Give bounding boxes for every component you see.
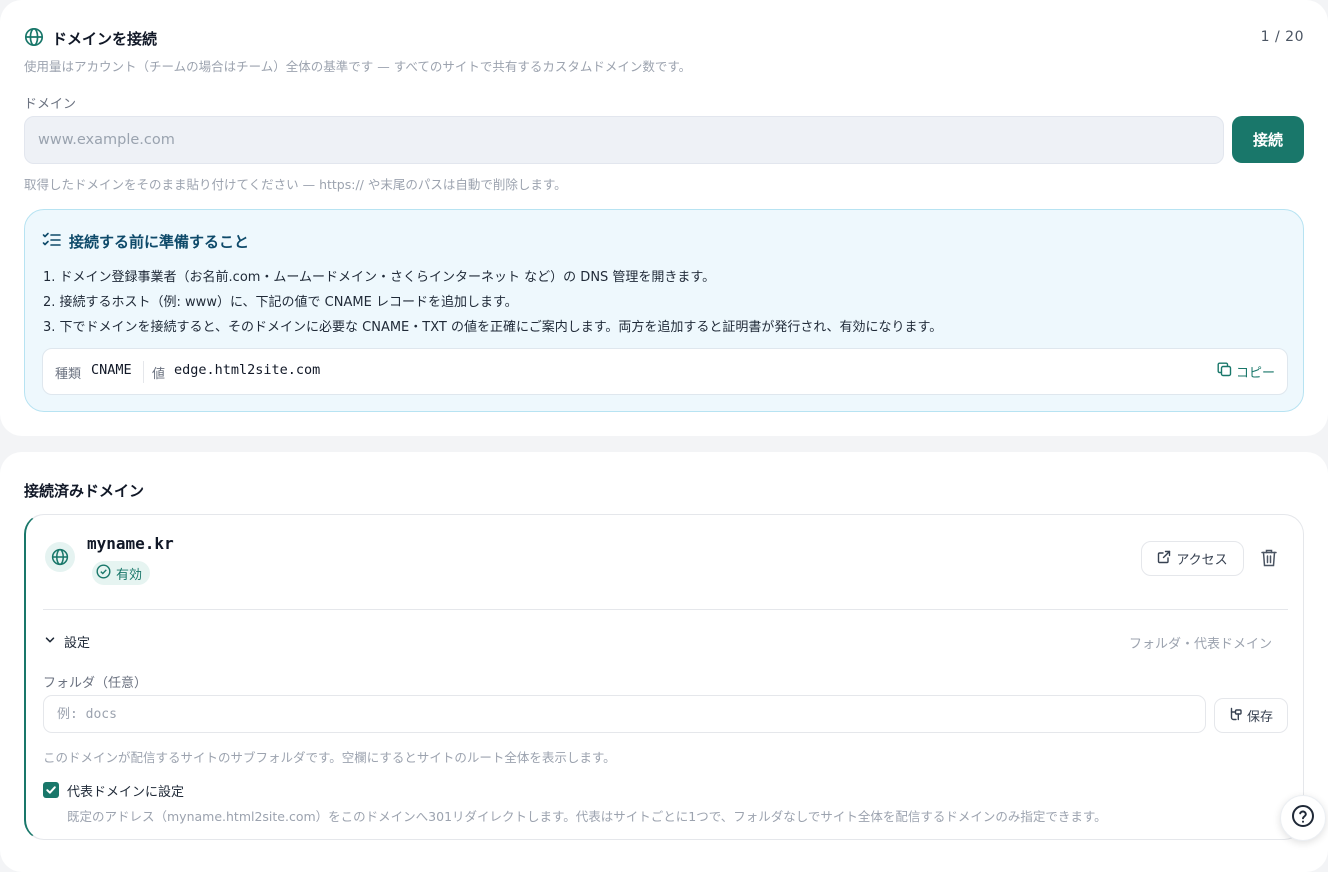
folder-field-label: フォルダ（任意）: [43, 676, 148, 691]
access-button[interactable]: アクセス: [1141, 541, 1244, 576]
record-type-key: 種類: [55, 367, 82, 382]
domain-globe-icon: [45, 542, 75, 572]
page-title: ドメインを接続: [52, 30, 158, 48]
domain-field-label: ドメイン: [24, 97, 77, 112]
trash-icon: [1258, 549, 1280, 573]
domain-name: myname.kr: [87, 534, 174, 553]
record-value: edge.html2site.com: [174, 362, 321, 378]
connect-button[interactable]: 接続: [1232, 116, 1304, 163]
domain-item: myname.kr 有効 アクセス 設定 フォルダ・代表ドメイン フォルダ（任意…: [24, 514, 1304, 840]
folder-input[interactable]: [43, 695, 1206, 733]
settings-toggle[interactable]: 設定: [44, 632, 90, 651]
save-icon: [1229, 707, 1243, 725]
preparation-title: 接続する前に準備すること: [69, 233, 250, 251]
help-button[interactable]: [1280, 795, 1326, 841]
primary-domain-help: 既定のアドレス（myname.html2site.com）をこのドメインへ301…: [67, 809, 1107, 824]
status-badge: 有効: [92, 561, 151, 585]
domain-input[interactable]: [24, 116, 1224, 164]
copy-label: コピー: [1235, 366, 1275, 381]
checkmark-icon: [45, 781, 57, 800]
connected-domains-title: 接続済みドメイン: [24, 482, 145, 500]
record-type-value: CNAME: [91, 362, 132, 378]
divider: [43, 609, 1288, 610]
settings-summary: フォルダ・代表ドメイン: [1128, 637, 1272, 652]
primary-domain-checkbox[interactable]: [43, 782, 59, 798]
save-button[interactable]: 保存: [1214, 698, 1288, 733]
globe-icon: [24, 27, 44, 47]
domain-input-hint: 取得したドメインをそのまま貼り付けてください — https:// や末尾のパス…: [24, 177, 567, 192]
connect-domain-card: ドメインを接続 1 / 20 使用量はアカウント（チームの場合はチーム）全体の基…: [0, 0, 1328, 436]
primary-domain-label[interactable]: 代表ドメインに設定: [67, 781, 184, 800]
save-label: 保存: [1246, 710, 1273, 725]
checklist-icon: [42, 231, 62, 249]
usage-count: 1 / 20: [1260, 29, 1304, 45]
usage-description: 使用量はアカウント（チームの場合はチーム）全体の基準です — すべてのサイトで共…: [24, 59, 692, 74]
copy-icon: [1217, 362, 1232, 381]
dns-record-row: 種類 CNAME 値 edge.html2site.com コピー: [42, 348, 1288, 395]
access-label: アクセス: [1176, 553, 1228, 568]
connected-domains-card: 接続済みドメイン myname.kr 有効 アクセス 設定 フォルダ・代表ドメイ…: [0, 452, 1328, 872]
help-icon: [1291, 804, 1315, 832]
settings-label: 設定: [64, 636, 91, 651]
status-label: 有効: [116, 567, 143, 583]
external-link-icon: [1157, 550, 1171, 568]
prep-step-2: 2. 接続するホスト（例: www）に、下記の値で CNAME レコードを追加し…: [43, 295, 518, 310]
copy-button[interactable]: コピー: [1217, 362, 1275, 381]
delete-domain-button[interactable]: [1258, 547, 1280, 569]
chevron-down-icon: [44, 634, 56, 650]
record-separator: [143, 361, 144, 383]
prep-step-3: 3. 下でドメインを接続すると、そのドメインに必要な CNAME・TXT の値を…: [43, 320, 943, 335]
folder-help-text: このドメインが配信するサイトのサブフォルダです。空欄にするとサイトのルート全体を…: [43, 750, 616, 765]
prep-step-1: 1. ドメイン登録事業者（お名前.com・ムームードメイン・さくらインターネット…: [43, 270, 716, 285]
preparation-panel: 接続する前に準備すること 1. ドメイン登録事業者（お名前.com・ムームードメ…: [24, 209, 1304, 412]
record-value-key: 値: [152, 367, 166, 382]
check-circle-icon: [96, 563, 111, 583]
